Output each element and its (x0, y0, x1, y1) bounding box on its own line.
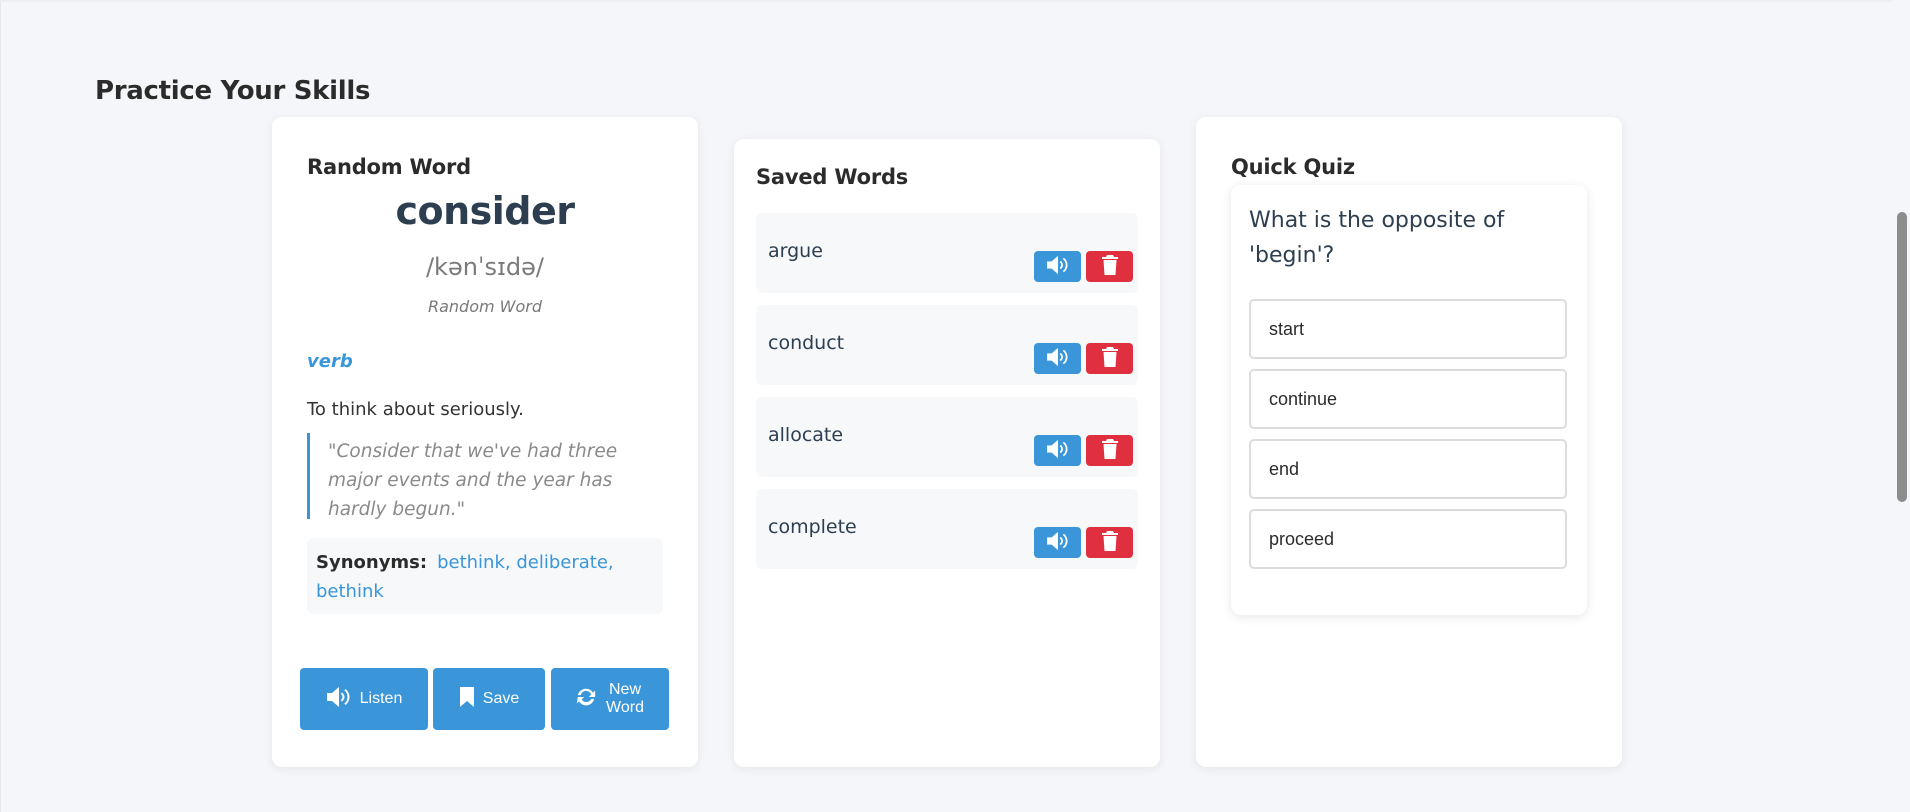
trash-icon (1101, 438, 1118, 463)
listen-label: Listen (359, 690, 403, 707)
bookmark-icon (459, 686, 475, 713)
volume-icon (1046, 255, 1070, 279)
quick-quiz-card: Quick Quiz What is the opposite of 'begi… (1196, 117, 1622, 767)
saved-words-heading: Saved Words (756, 165, 909, 189)
new-word-label: New Word (606, 681, 644, 716)
synonyms-box: Synonyms: bethink, deliberate, bethink (307, 538, 663, 614)
quiz-option[interactable]: start (1249, 299, 1567, 359)
quiz-question: What is the opposite of 'begin'? (1249, 208, 1505, 268)
quiz-option[interactable]: proceed (1249, 509, 1567, 569)
quiz-heading: Quick Quiz (1231, 155, 1355, 179)
save-button[interactable]: Save (433, 668, 545, 730)
delete-button[interactable] (1086, 343, 1133, 374)
trash-icon (1101, 346, 1118, 371)
word-definition: To think about seriously. (307, 399, 524, 420)
page-top-border (0, 0, 1910, 2)
saved-word-item: allocate (756, 397, 1138, 477)
saved-word-text: allocate (768, 424, 844, 446)
trash-icon (1101, 530, 1118, 555)
refresh-icon (575, 686, 597, 713)
scrollbar-thumb[interactable] (1897, 212, 1907, 502)
pronounce-button[interactable] (1034, 435, 1081, 466)
saved-word-text: complete (768, 516, 857, 538)
volume-icon (1046, 347, 1070, 371)
volume-icon (326, 686, 352, 713)
delete-button[interactable] (1086, 527, 1133, 558)
saved-word-item: conduct (756, 305, 1138, 385)
saved-word-item: argue (756, 213, 1138, 293)
new-word-button[interactable]: New Word (551, 668, 669, 730)
listen-button[interactable]: Listen (300, 668, 428, 730)
section-title: Practice Your Skills (95, 76, 371, 106)
quiz-option[interactable]: end (1249, 439, 1567, 499)
delete-button[interactable] (1086, 251, 1133, 282)
part-of-speech: verb (307, 351, 353, 372)
pronounce-button[interactable] (1034, 527, 1081, 558)
saved-word-item: complete (756, 489, 1138, 569)
word-tag: Random Word (427, 297, 543, 316)
volume-icon (1046, 531, 1070, 555)
volume-icon (1046, 439, 1070, 463)
word-title: consider (395, 189, 575, 233)
trash-icon (1101, 254, 1118, 279)
pronounce-button[interactable] (1034, 251, 1081, 282)
random-word-heading: Random Word (307, 155, 471, 179)
saved-words-card: Saved Words argue conduct allocate compl… (734, 139, 1160, 767)
quiz-question-panel: What is the opposite of 'begin'? start c… (1231, 185, 1587, 615)
pronounce-button[interactable] (1034, 343, 1081, 374)
random-word-card: Random Word consider /kənˈsɪdə/ Random W… (272, 117, 698, 767)
page-edge (0, 0, 1, 812)
quiz-option[interactable]: continue (1249, 369, 1567, 429)
delete-button[interactable] (1086, 435, 1133, 466)
word-example: "Consider that we've had three major eve… (307, 433, 637, 520)
synonyms-label: Synonyms: (316, 552, 428, 573)
saved-word-text: argue (768, 240, 823, 262)
save-label: Save (482, 690, 520, 707)
word-phonetic: /kənˈsɪdə/ (425, 253, 545, 281)
saved-word-text: conduct (768, 332, 845, 354)
